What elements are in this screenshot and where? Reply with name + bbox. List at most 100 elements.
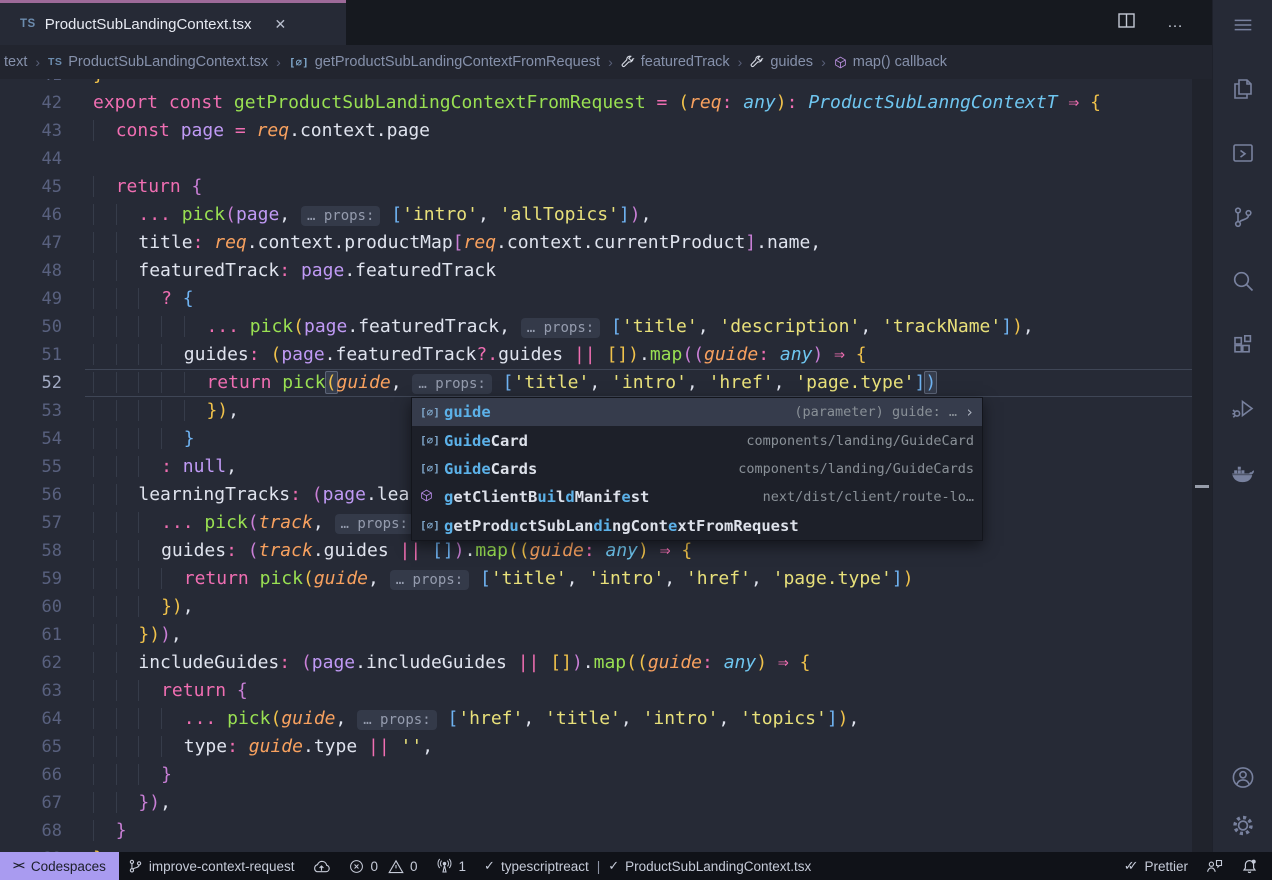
docker-icon[interactable] bbox=[1230, 460, 1256, 486]
code-line[interactable]: 60 }), bbox=[0, 593, 1192, 621]
code-line[interactable]: 41} bbox=[0, 79, 1192, 89]
code-line[interactable]: 42export const getProductSubLandingConte… bbox=[0, 89, 1192, 117]
settings-gear-icon[interactable] bbox=[1230, 812, 1256, 838]
search-icon[interactable] bbox=[1230, 268, 1256, 294]
ports-button[interactable]: 1 bbox=[427, 852, 476, 880]
menu-icon[interactable] bbox=[1230, 12, 1256, 38]
line-content: ... pick(page, … props: ['intro', 'allTo… bbox=[93, 201, 651, 229]
code-line[interactable]: 47 title: req.context.productMap[req.con… bbox=[0, 229, 1192, 257]
problems-button[interactable]: 0 0 bbox=[340, 852, 426, 880]
check-icon: ✓ bbox=[608, 858, 619, 874]
breadcrumb-separator: › bbox=[276, 54, 281, 70]
symbol-field-icon: [∅] bbox=[420, 519, 444, 532]
code-line[interactable]: 52 return pick(guide, … props: ['title',… bbox=[0, 369, 1192, 397]
suggestion-detail: (parameter) guide: … bbox=[780, 404, 957, 420]
line-content: } bbox=[93, 761, 172, 789]
code-line[interactable]: 44 bbox=[0, 145, 1192, 173]
breadcrumb-label: text bbox=[4, 54, 27, 70]
line-content: guides: (page.featuredTrack?.guides || [… bbox=[93, 341, 867, 369]
code-line[interactable]: 62 includeGuides: (page.includeGuides ||… bbox=[0, 649, 1192, 677]
code-line[interactable]: 46 ... pick(page, … props: ['intro', 'al… bbox=[0, 201, 1192, 229]
line-content: type: guide.type || '', bbox=[93, 733, 433, 761]
breadcrumb-item[interactable]: TSProductSubLandingContext.tsx bbox=[46, 54, 270, 70]
breadcrumb-item[interactable]: text bbox=[2, 54, 29, 70]
account-icon[interactable] bbox=[1230, 764, 1256, 790]
breadcrumb-item[interactable]: guides bbox=[748, 54, 815, 70]
line-content: learningTracks: (page.lea bbox=[93, 481, 409, 509]
code-line[interactable]: 63 return { bbox=[0, 677, 1192, 705]
remote-codespaces-button[interactable]: >< Codespaces bbox=[0, 852, 119, 880]
line-number: 59 bbox=[0, 565, 62, 593]
breadcrumb-separator: › bbox=[608, 54, 613, 70]
notifications-button[interactable] bbox=[1232, 852, 1272, 880]
close-tab-icon[interactable]: ✕ bbox=[275, 16, 287, 33]
code-line[interactable]: 61 })), bbox=[0, 621, 1192, 649]
warning-count: 0 bbox=[410, 859, 418, 874]
suggestion-label: GuideCard bbox=[444, 432, 528, 450]
line-number: 66 bbox=[0, 761, 62, 789]
run-debug-icon[interactable] bbox=[1230, 396, 1256, 422]
prettier-button[interactable]: ✓✓ Prettier bbox=[1115, 852, 1197, 880]
wrench-icon bbox=[621, 55, 635, 69]
breadcrumb-item[interactable]: map() callback bbox=[832, 54, 949, 70]
line-number: 61 bbox=[0, 621, 62, 649]
sync-button[interactable] bbox=[303, 852, 340, 880]
warnings-icon bbox=[388, 859, 404, 874]
breadcrumb-item[interactable]: [∅]getProductSubLandingContextFromReques… bbox=[287, 54, 602, 70]
code-line[interactable]: 64 ... pick(guide, … props: ['href', 'ti… bbox=[0, 705, 1192, 733]
suggestion-item[interactable]: [∅]GuideCardcomponents/landing/GuideCard bbox=[412, 426, 982, 454]
line-content: export const getProductSubLandingContext… bbox=[93, 89, 1101, 117]
suggestion-item[interactable]: [∅]GuideCardscomponents/landing/GuideCar… bbox=[412, 455, 982, 483]
editor[interactable]: 41}42export const getProductSubLandingCo… bbox=[0, 79, 1212, 852]
radio-tower-icon bbox=[436, 858, 453, 874]
extensions-icon[interactable] bbox=[1230, 332, 1256, 358]
code-line[interactable]: 66 } bbox=[0, 761, 1192, 789]
line-content: const page = req.context.page bbox=[93, 117, 430, 145]
code-line[interactable]: 48 featuredTrack: page.featuredTrack bbox=[0, 257, 1192, 285]
code-line[interactable]: 68 } bbox=[0, 817, 1192, 845]
code-line[interactable]: 51 guides: (page.featuredTrack?.guides |… bbox=[0, 341, 1192, 369]
editor-scrollbar[interactable] bbox=[1192, 79, 1212, 852]
suggestion-item[interactable]: [∅]guide(parameter) guide: …› bbox=[412, 398, 982, 426]
line-content: ... pick(page.featuredTrack, … props: ['… bbox=[93, 313, 1034, 341]
explorer-files-icon[interactable] bbox=[1230, 76, 1256, 102]
more-actions-icon[interactable]: … bbox=[1167, 14, 1184, 32]
code-line[interactable]: 69} bbox=[0, 845, 1192, 852]
symbol-field-icon: [∅] bbox=[289, 56, 309, 69]
branch-button[interactable]: improve-context-request bbox=[119, 852, 304, 880]
split-editor-icon[interactable] bbox=[1118, 13, 1135, 33]
suggestion-detail: next/dist/client/route-lo… bbox=[749, 489, 974, 505]
line-content: guides: (track.guides || []).map((guide:… bbox=[93, 537, 692, 565]
language-status[interactable]: ✓ typescriptreact | ✓ ProductSubLandingC… bbox=[475, 852, 820, 880]
tab-productsublandingcontext[interactable]: TS ProductSubLandingContext.tsx ✕ bbox=[0, 0, 346, 45]
line-content: ... pick(track, … props: bbox=[93, 509, 414, 537]
suggestion-label: getClientBuildManifest bbox=[444, 488, 649, 506]
line-number: 50 bbox=[0, 313, 62, 341]
line-content: return pick(guide, … props: ['title', 'i… bbox=[93, 565, 914, 593]
line-number: 51 bbox=[0, 341, 62, 369]
remote-icon: >< bbox=[13, 860, 24, 872]
line-content: title: req.context.productMap[req.contex… bbox=[93, 229, 821, 257]
code-line[interactable]: 50 ... pick(page.featuredTrack, … props:… bbox=[0, 313, 1192, 341]
line-number: 55 bbox=[0, 453, 62, 481]
terminal-icon[interactable] bbox=[1230, 140, 1256, 166]
suggestion-label: guide bbox=[444, 403, 491, 421]
line-content: }), bbox=[93, 397, 239, 425]
code-line[interactable]: 67 }), bbox=[0, 789, 1192, 817]
line-content: ? { bbox=[93, 285, 194, 313]
code-line[interactable]: 58 guides: (track.guides || []).map((gui… bbox=[0, 537, 1192, 565]
branch-label: improve-context-request bbox=[149, 859, 295, 874]
feedback-button[interactable] bbox=[1197, 852, 1232, 880]
line-number: 53 bbox=[0, 397, 62, 425]
suggestion-item[interactable]: getClientBuildManifest next/dist/client/r… bbox=[412, 483, 982, 511]
code-line[interactable]: 65 type: guide.type || '', bbox=[0, 733, 1192, 761]
suggestion-item[interactable]: [∅]getProductSubLandingContextFromReques… bbox=[412, 512, 982, 540]
line-number: 47 bbox=[0, 229, 62, 257]
code-line[interactable]: 43 const page = req.context.page bbox=[0, 117, 1192, 145]
code-line[interactable]: 49 ? { bbox=[0, 285, 1192, 313]
code-line[interactable]: 59 return pick(guide, … props: ['title',… bbox=[0, 565, 1192, 593]
line-content: }), bbox=[93, 789, 171, 817]
source-control-icon[interactable] bbox=[1230, 204, 1256, 230]
breadcrumb-item[interactable]: featuredTrack bbox=[619, 54, 732, 70]
code-line[interactable]: 45 return { bbox=[0, 173, 1192, 201]
